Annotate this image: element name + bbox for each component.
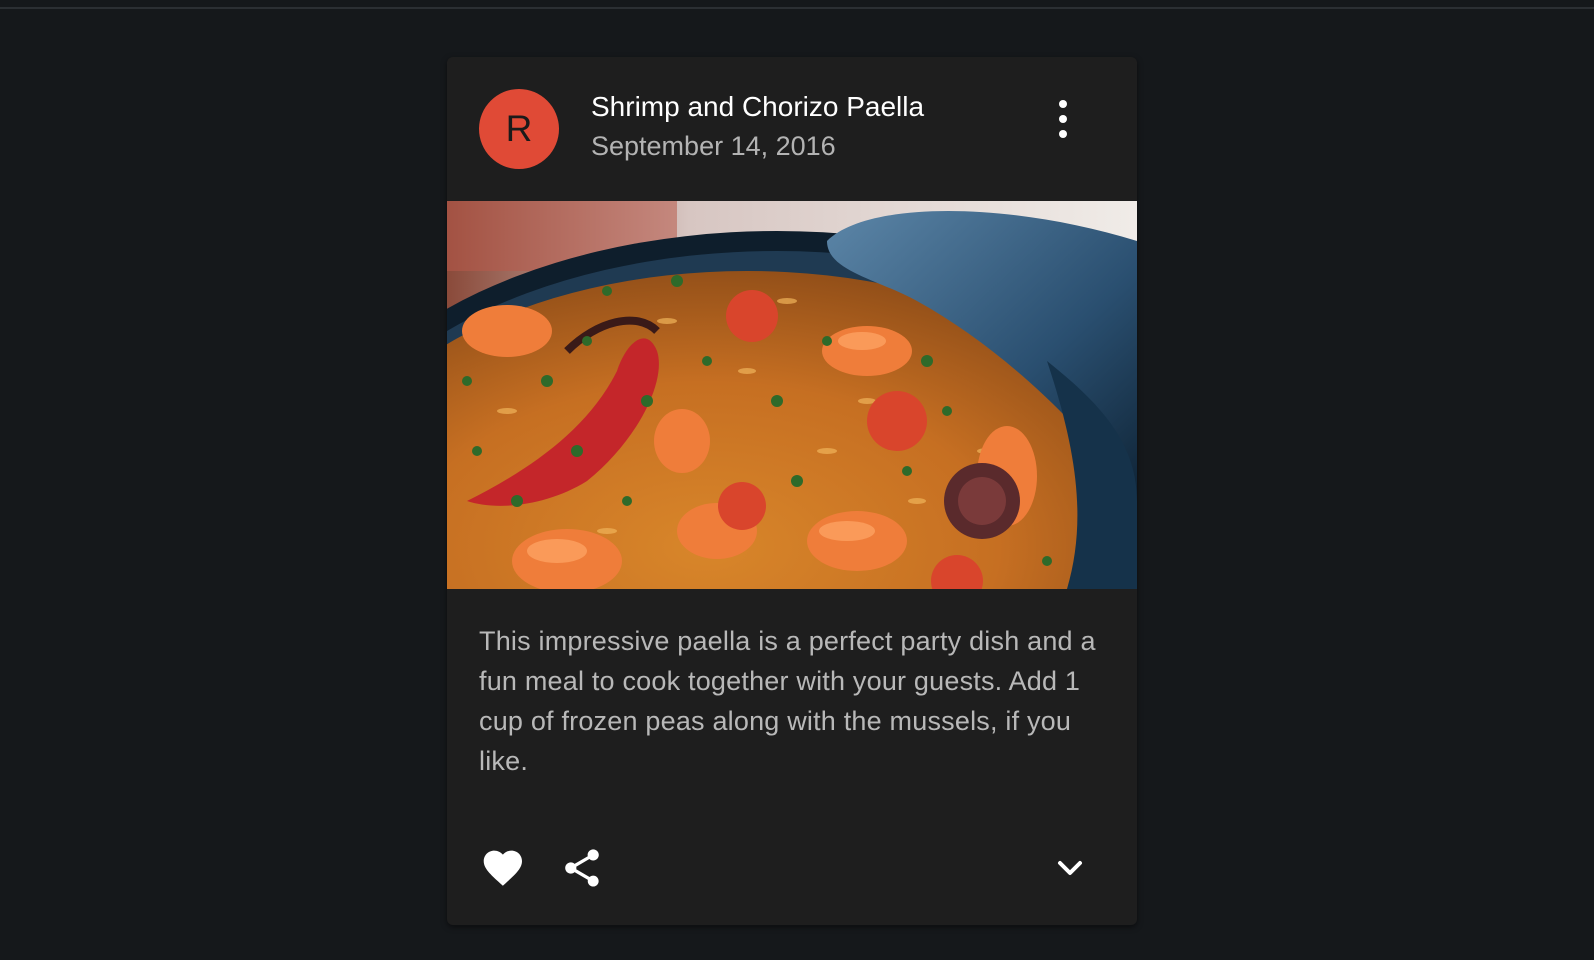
card-title: Shrimp and Chorizo Paella [591,91,925,122]
chevron-down-icon [1058,861,1082,875]
share-icon [565,849,599,887]
card-description: This impressive paella is a perfect part… [479,626,1096,776]
share-button[interactable] [554,840,610,896]
more-vert-icon [1059,100,1067,138]
recipe-card: R Shrimp and Chorizo Paella September 14… [447,57,1137,925]
heart-icon [483,850,522,886]
favorite-button[interactable] [475,840,531,896]
card-subheader: September 14, 2016 [591,131,836,161]
avatar: R [479,89,559,169]
card-header: R Shrimp and Chorizo Paella September 14… [447,57,1137,201]
top-divider [0,7,1594,9]
expand-button[interactable] [1042,840,1098,896]
card-media-image [447,201,1137,589]
more-options-button[interactable] [1035,89,1091,145]
